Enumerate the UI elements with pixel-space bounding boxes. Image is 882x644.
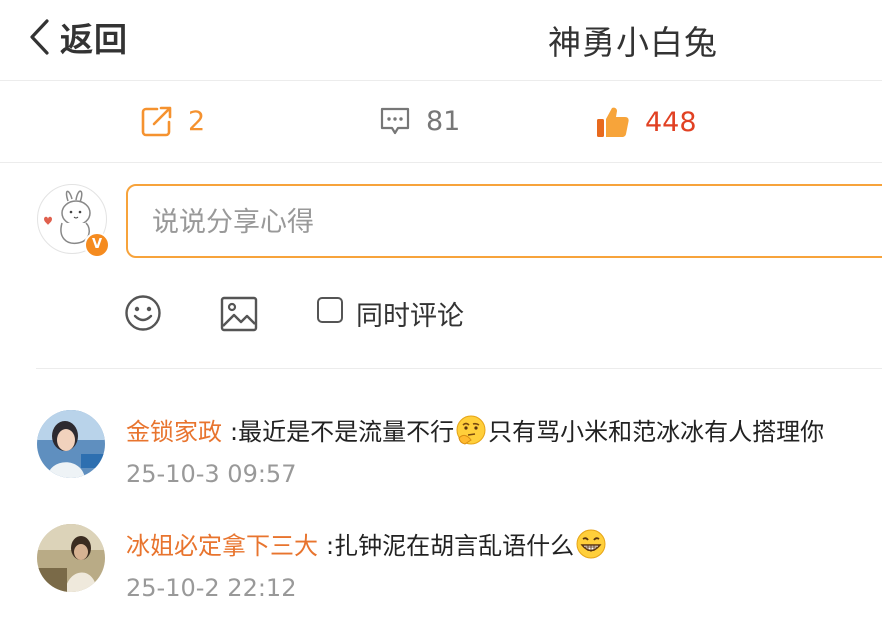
repost-button[interactable]: 2 xyxy=(140,104,205,138)
comment-input-box[interactable] xyxy=(126,184,882,258)
verified-badge: V xyxy=(84,232,110,258)
back-label: 返回 xyxy=(60,20,128,59)
thumbs-up-icon xyxy=(597,107,629,137)
comment-icon xyxy=(380,107,410,135)
commenter-avatar[interactable] xyxy=(37,410,105,478)
like-button[interactable]: 448 xyxy=(595,104,697,140)
composer-divider xyxy=(36,368,882,369)
comment-text: 冰姐必定拿下三大 :扎钟泥在胡言乱语什么 xyxy=(126,526,608,561)
comment-body: :最近是不是流量不行 xyxy=(230,418,455,446)
comment-button[interactable]: 81 xyxy=(378,104,460,138)
avatar-photo xyxy=(37,524,105,592)
comment-timestamp: 25-10-3 09:57 xyxy=(126,460,297,488)
stats-divider xyxy=(0,162,882,163)
repost-icon xyxy=(141,106,172,137)
emoji-icon[interactable] xyxy=(124,294,162,332)
comment-count: 81 xyxy=(426,105,461,137)
comment-username[interactable]: 冰姐必定拿下三大 xyxy=(126,526,318,561)
repost-count: 2 xyxy=(188,105,206,137)
comment-input[interactable] xyxy=(150,206,854,239)
comment-body-tail: 只有骂小米和范冰冰有人搭理你 xyxy=(488,418,825,446)
like-count: 448 xyxy=(645,106,697,138)
comment-body: :扎钟泥在胡言乱语什么 xyxy=(326,532,575,560)
thinking-emoji-icon xyxy=(456,415,486,445)
comment-username[interactable]: 金锁家政 xyxy=(126,412,222,447)
image-icon[interactable] xyxy=(220,296,258,332)
back-button[interactable]: 返回 xyxy=(28,14,128,60)
also-comment-checkbox[interactable] xyxy=(317,297,343,323)
page-title: 神勇小白兔 xyxy=(548,23,718,62)
comment-text: 金锁家政 :最近是不是流量不行 只有骂小米和范冰冰有人搭理你 xyxy=(126,412,824,447)
also-comment-label: 同时评论 xyxy=(356,301,464,332)
header-divider xyxy=(0,80,882,81)
grin-emoji-icon xyxy=(576,529,606,558)
comment-timestamp: 25-10-2 22:12 xyxy=(126,574,297,602)
commenter-avatar[interactable] xyxy=(37,524,105,592)
chevron-left-icon xyxy=(30,19,49,55)
avatar-photo xyxy=(37,410,105,478)
